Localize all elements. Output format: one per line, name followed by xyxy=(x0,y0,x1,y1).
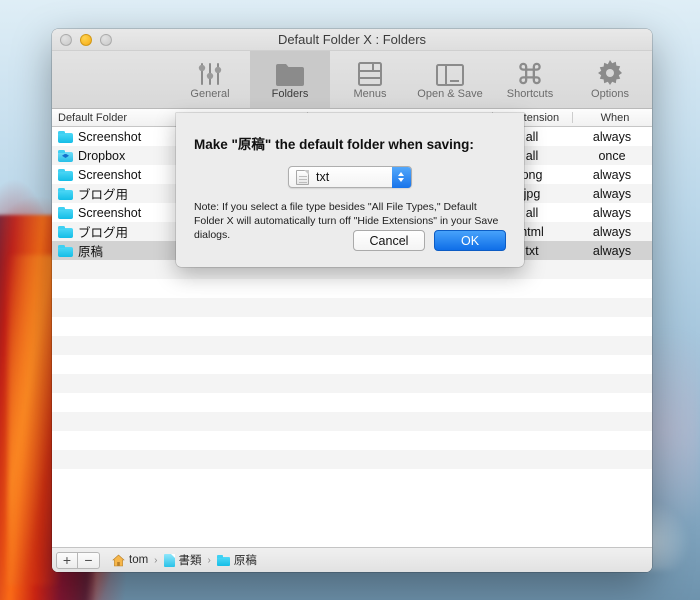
breadcrumb-item[interactable]: 原稿 xyxy=(216,552,257,568)
dropbox-icon xyxy=(58,149,73,162)
table-row-empty[interactable] xyxy=(52,298,652,317)
tab-open-save-label: Open & Save xyxy=(417,87,483,100)
column-header-when[interactable]: When xyxy=(572,109,652,126)
tab-shortcuts-label: Shortcuts xyxy=(506,87,554,100)
folder-icon xyxy=(58,244,73,257)
bottom-toolbar: + − tom › 書類 › 原稿 xyxy=(52,547,652,572)
folder-icon xyxy=(58,225,73,238)
home-icon xyxy=(112,554,125,567)
folder-name: Screenshot xyxy=(78,129,142,144)
table-row-empty[interactable] xyxy=(52,317,652,336)
folder-name: Dropbox xyxy=(78,148,126,163)
tab-general-label: General xyxy=(190,87,230,100)
add-remove-group: + − xyxy=(56,551,100,569)
cell-when: once xyxy=(598,148,626,163)
tab-menus[interactable]: Menus xyxy=(330,51,410,108)
file-type-popup-button[interactable]: txt xyxy=(288,166,412,188)
breadcrumb-item[interactable]: 書類 xyxy=(163,552,202,568)
table-row-empty[interactable] xyxy=(52,469,652,488)
tab-folders[interactable]: Folders xyxy=(250,51,330,108)
tab-shortcuts[interactable]: Shortcuts xyxy=(490,51,570,108)
command-key-icon xyxy=(517,60,543,86)
breadcrumb-label: 原稿 xyxy=(233,555,257,567)
table-row-empty[interactable] xyxy=(52,336,652,355)
desktop-background: Default Folder X : Folders General Folde… xyxy=(0,0,700,600)
document-icon xyxy=(296,169,309,185)
folder-icon xyxy=(58,168,73,181)
cell-when: always xyxy=(592,224,632,239)
table-row-empty[interactable] xyxy=(52,431,652,450)
folder-name: Screenshot xyxy=(78,205,142,220)
folder-name: Screenshot xyxy=(78,167,142,182)
breadcrumb-item[interactable]: tom xyxy=(112,554,148,567)
window-title: Default Folder X : Folders xyxy=(277,32,427,47)
remove-folder-button[interactable]: − xyxy=(78,551,100,569)
cell-when: always xyxy=(592,186,632,201)
table-row-empty[interactable] xyxy=(52,355,652,374)
breadcrumb: tom › 書類 › 原稿 xyxy=(112,552,257,568)
sliders-icon xyxy=(197,60,223,86)
menus-icon xyxy=(358,60,382,86)
ok-button[interactable]: OK xyxy=(434,230,506,251)
breadcrumb-separator: › xyxy=(207,554,211,566)
tab-options-label: Options xyxy=(591,87,629,100)
add-folder-button[interactable]: + xyxy=(56,551,78,569)
window-titlebar: Default Folder X : Folders xyxy=(52,29,652,51)
table-row-empty[interactable] xyxy=(52,412,652,431)
stepper-up-down-icon[interactable] xyxy=(391,166,411,188)
file-type-popup-value: txt xyxy=(316,170,330,184)
folder-icon xyxy=(58,187,73,200)
file-type-popup-wrap: txt xyxy=(194,166,506,188)
preferences-window: Default Folder X : Folders General Folde… xyxy=(52,29,652,572)
preferences-toolbar: General Folders Menus Open & Save Shortc… xyxy=(52,51,652,109)
blue-document-icon xyxy=(163,553,175,567)
sheet-title: Make "原稿" the default folder when saving… xyxy=(194,137,474,152)
breadcrumb-label: 書類 xyxy=(178,555,202,567)
tab-open-save[interactable]: Open & Save xyxy=(410,51,490,108)
table-row-empty[interactable] xyxy=(52,393,652,412)
folder-icon xyxy=(216,554,230,566)
folder-icon xyxy=(276,60,304,86)
cell-when: always xyxy=(592,205,632,220)
tab-options[interactable]: Options xyxy=(570,51,650,108)
tab-general[interactable]: General xyxy=(170,51,250,108)
default-folder-sheet: Make "原稿" the default folder when saving… xyxy=(176,113,524,267)
cell-when: always xyxy=(592,129,632,144)
tab-folders-label: Folders xyxy=(271,87,309,100)
table-row-empty[interactable] xyxy=(52,450,652,469)
table-row-empty[interactable] xyxy=(52,374,652,393)
table-row-empty[interactable] xyxy=(52,279,652,298)
folder-name: 原稿 xyxy=(78,245,104,259)
cell-when: always xyxy=(592,167,632,182)
cell-when: always xyxy=(592,243,632,258)
sheet-buttons: Cancel OK xyxy=(353,230,506,251)
open-save-icon xyxy=(436,60,464,86)
breadcrumb-separator: › xyxy=(154,554,158,566)
breadcrumb-label: tom xyxy=(129,554,149,566)
folder-icon xyxy=(58,206,73,219)
tab-menus-label: Menus xyxy=(353,87,387,100)
cancel-button[interactable]: Cancel xyxy=(353,230,425,251)
folder-name: ブログ用 xyxy=(78,226,129,240)
folder-icon xyxy=(58,130,73,143)
folder-name: ブログ用 xyxy=(78,188,129,202)
gear-icon xyxy=(597,59,623,86)
